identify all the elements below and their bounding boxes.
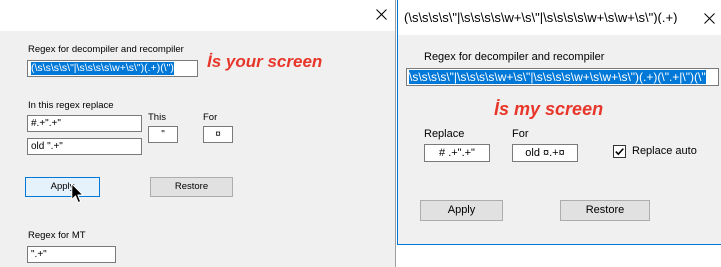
- replace-pattern-input[interactable]: #.+".+": [27, 115, 142, 132]
- regex-input[interactable]: (\s\s\s\s\"|\s\s\s\s\w+\s\")(.+)(\"): [27, 60, 198, 77]
- right-dialog-window: (\s\s\s\s\"|\s\s\s\s\w+\s\"|\s\s\s\s\w+\…: [397, 0, 721, 245]
- my-screen-caption: İs my screen: [494, 99, 604, 119]
- restore-button[interactable]: Restore: [150, 177, 233, 197]
- checkmark-icon: [615, 148, 624, 156]
- your-screen-caption: İs your screen: [207, 52, 323, 71]
- close-icon[interactable]: [704, 13, 715, 24]
- regex-label: Regex for decompiler and recompiler: [424, 51, 605, 63]
- replace-auto-checkbox[interactable]: [613, 145, 626, 158]
- regex-selected-text: \s\s\s\s\"|\s\s\s\s\w+\s\"|\s\s\s\s\w+\s…: [409, 70, 706, 84]
- for-label: For: [203, 112, 218, 123]
- for-label: For: [512, 128, 529, 140]
- regex-selected-text: (\s\s\s\s\"|\s\s\s\s\w+\s\")(.+)(\"): [31, 62, 174, 75]
- mt-regex-input[interactable]: ".+": [27, 246, 116, 263]
- regex-input[interactable]: \s\s\s\s\"|\s\s\s\s\w+\s\"|\s\s\s\s\w+\s…: [406, 68, 719, 86]
- for-input[interactable]: ¤: [203, 126, 233, 143]
- close-icon[interactable]: [376, 9, 387, 20]
- comparison-canvas: Regex for decompiler and recompiler (\s\…: [0, 0, 721, 267]
- this-label: This: [148, 112, 166, 123]
- mt-regex-label: Regex for MT: [28, 230, 86, 241]
- regex-label: Regex for decompiler and recompiler: [28, 44, 184, 55]
- restore-button[interactable]: Restore: [560, 200, 650, 221]
- for-input[interactable]: old ¤.+¤: [512, 144, 578, 162]
- left-dialog-window: Regex for decompiler and recompiler (\s\…: [0, 0, 396, 267]
- apply-button[interactable]: Apply: [25, 177, 100, 197]
- this-input[interactable]: ": [148, 126, 178, 143]
- title-bar: (\s\s\s\s\"|\s\s\s\s\w+\s\"|\s\s\s\s\w+\…: [398, 0, 721, 35]
- window-title: (\s\s\s\s\"|\s\s\s\s\w+\s\"|\s\s\s\s\w+\…: [404, 11, 678, 24]
- replace-auto-label[interactable]: Replace auto: [632, 146, 697, 157]
- title-bar: [0, 0, 395, 31]
- replace-group-label: In this regex replace: [28, 100, 114, 111]
- apply-button[interactable]: Apply: [420, 200, 503, 221]
- replace-input[interactable]: # .+".+": [424, 144, 490, 162]
- replace-label: Replace: [424, 128, 465, 140]
- replace-with-input[interactable]: old ".+": [27, 138, 142, 155]
- mouse-pointer-icon: [71, 183, 84, 204]
